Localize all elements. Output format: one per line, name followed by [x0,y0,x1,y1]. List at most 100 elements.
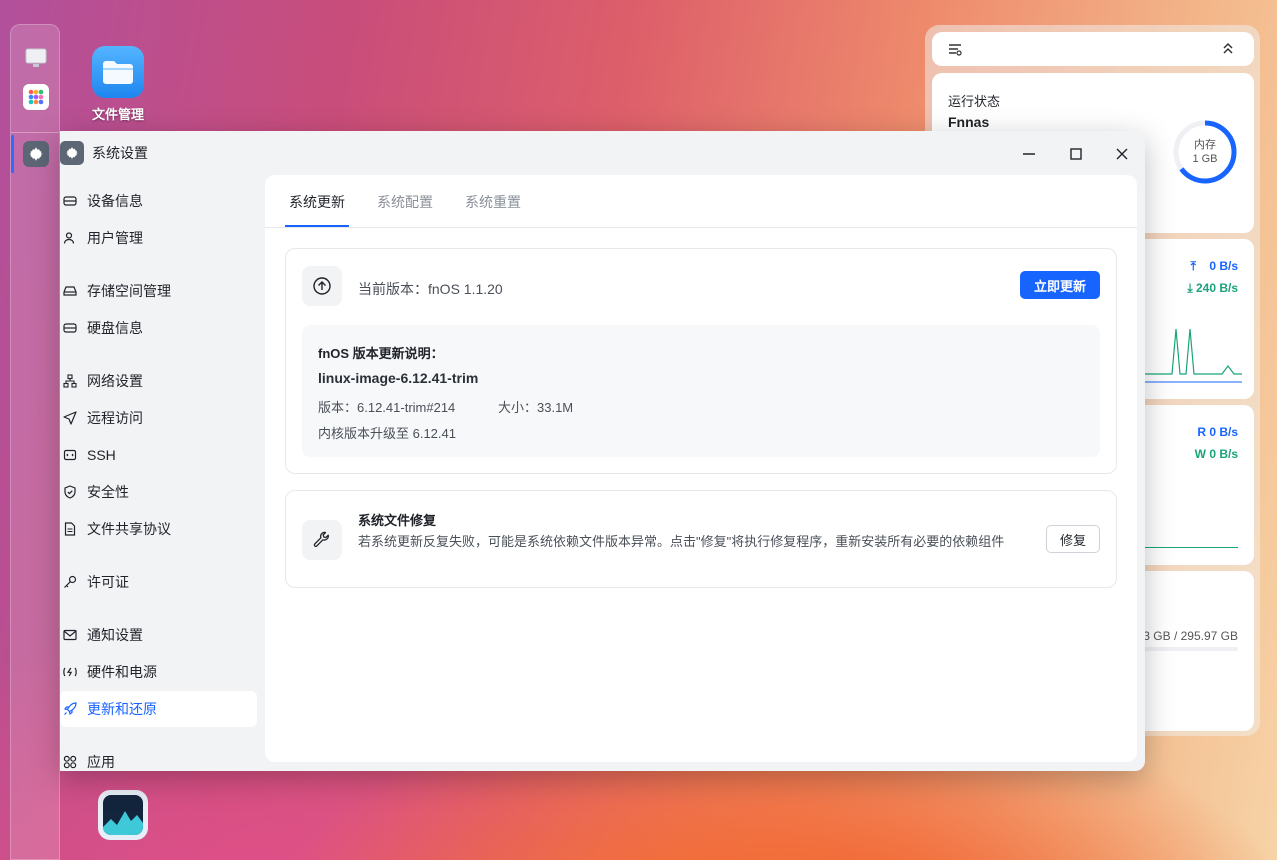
sidebar-item-label: 网络设置 [87,373,143,389]
download-rate: 240 B/s [1195,281,1238,295]
sidebar-item-apps[interactable]: 应用 [60,744,257,771]
sidebar-item-label: 更新和还原 [87,701,157,717]
sidebar-item-label: 许可证 [87,574,129,590]
settings-window: 系统设置 设备信息 用户管理 存储空间管理 硬盘信息 网络设置 远程访问 SSH… [60,131,1145,771]
memory-gauge [1173,120,1237,184]
upload-rate: 0 B/s [1209,259,1238,273]
repair-button[interactable]: 修复 [1046,525,1100,553]
window-app-icon [60,141,84,165]
status-title: 运行状态 [948,94,1001,109]
folder-icon [92,46,144,98]
storage-icon [62,283,78,299]
sidebar-item-users[interactable]: 用户管理 [60,220,257,256]
monitor-icon[interactable] [23,45,49,71]
device-icon [62,193,78,209]
memory-value: 1 GB [1192,153,1218,165]
user-icon [62,230,78,246]
send-icon [62,410,78,426]
mail-icon [62,627,78,643]
desktop-icon-resource-monitor[interactable] [98,790,148,840]
desktop-icon-label: 文件管理 [92,107,145,122]
dock [10,24,60,860]
apps-grid-icon[interactable] [23,84,49,110]
disk-icon [62,320,78,336]
tab-system-update[interactable]: 系统更新 [289,192,345,212]
sidebar-item-update-restore[interactable]: 更新和还原 [60,691,257,727]
minimize-icon [1023,153,1035,155]
sidebar-item-label: SSH [87,447,116,463]
tab-system-reset[interactable]: 系统重置 [465,192,521,212]
current-version: 当前版本：fnOS 1.1.20 [358,281,503,297]
close-button[interactable] [1111,143,1133,165]
sidebar-item-notifications[interactable]: 通知设置 [60,617,257,653]
sidebar-item-ssh[interactable]: SSH [60,437,257,473]
shield-icon [62,484,78,500]
dock-divider [11,132,59,133]
sidebar-item-label: 设备信息 [87,193,143,209]
main-panel: 系统更新 系统配置 系统重置 当前版本：fnOS 1.1.20 立即更新 fnO… [265,175,1137,762]
sidebar-item-security[interactable]: 安全性 [60,474,257,510]
sidebar-item-license[interactable]: 许可证 [60,564,257,600]
sidebar-item-device-info[interactable]: 设备信息 [60,183,257,219]
repair-card: 系统文件修复 若系统更新反复失败，可能是系统依赖文件版本异常。点击"修复"将执行… [285,490,1117,588]
download-icon: ⤓ [1187,281,1193,295]
disk-write-rate: W 0 B/s [1194,447,1238,461]
power-icon [62,664,78,680]
sidebar-item-label: 安全性 [87,484,129,500]
memory-label: 内存 [1194,139,1216,151]
titlebar[interactable]: 系统设置 [60,131,1145,175]
sidebar-item-hardware-power[interactable]: 硬件和电源 [60,654,257,690]
package-size: 大小：33.1M [498,400,574,415]
storage-bar [1132,647,1238,651]
upgrade-arrow-icon [302,266,342,306]
sidebar-item-label: 远程访问 [87,410,143,426]
sidebar-item-file-sharing[interactable]: 文件共享协议 [60,511,257,547]
resource-monitor-icon [98,790,148,840]
desktop-icon-files[interactable]: 文件管理 [92,46,144,123]
key-icon [62,574,78,590]
sidebar-item-label: 硬件和电源 [87,664,157,680]
terminal-icon [62,447,78,463]
kernel-upgrade-note: 内核版本升级至 6.12.41 [318,426,456,441]
widget-settings-icon[interactable] [948,42,962,61]
sidebar-item-network[interactable]: 网络设置 [60,363,257,399]
close-icon [1116,148,1128,160]
apps-icon [62,754,78,770]
sidebar-item-disk-info[interactable]: 硬盘信息 [60,310,257,346]
collapse-icon[interactable] [1222,41,1234,60]
update-now-button[interactable]: 立即更新 [1020,271,1100,299]
sidebar-item-label: 存储空间管理 [87,283,171,299]
maximize-button[interactable] [1065,143,1087,165]
repair-description: 若系统更新反复失败，可能是系统依赖文件版本异常。点击"修复"将执行修复程序，重新… [358,534,1005,549]
network-graph [1132,328,1242,383]
update-card: 当前版本：fnOS 1.1.20 立即更新 fnOS 版本更新说明： linux… [285,248,1117,474]
network-icon [62,373,78,389]
sidebar-item-label: 文件共享协议 [87,521,171,537]
sidebar-item-label: 硬盘信息 [87,320,143,336]
sidebar-item-remote-access[interactable]: 远程访问 [60,400,257,436]
maximize-icon [1070,148,1082,160]
sidebar-item-storage[interactable]: 存储空间管理 [60,273,257,309]
sidebar-item-label: 应用 [87,754,115,770]
repair-title: 系统文件修复 [358,513,437,528]
disk-io-graph-baseline [1132,547,1238,548]
minimize-button[interactable] [1018,143,1040,165]
package-version: 版本：6.12.41-trim#214 [318,400,456,415]
tab-bar: 系统更新 系统配置 系统重置 [265,175,1137,228]
sidebar-item-label: 通知设置 [87,627,143,643]
tab-system-config[interactable]: 系统配置 [377,192,433,212]
disk-read-rate: R 0 B/s [1197,425,1238,439]
storage-usage: 3 GB / 295.97 GB [1143,629,1238,643]
window-title: 系统设置 [92,145,148,161]
sidebar-item-label: 用户管理 [87,230,143,246]
rocket-icon [62,701,78,717]
wrench-icon [302,520,342,560]
dock-active-indicator [11,135,14,173]
settings-gear-icon[interactable] [23,141,49,167]
release-notes-title: fnOS 版本更新说明： [318,346,444,361]
widget-toolbar [932,32,1254,66]
document-icon [62,521,78,537]
sidebar: 设备信息 用户管理 存储空间管理 硬盘信息 网络设置 远程访问 SSH 安全性 [60,175,265,771]
package-name: linux-image-6.12.41-trim [318,370,479,386]
hostname: Fnnas [948,114,990,130]
